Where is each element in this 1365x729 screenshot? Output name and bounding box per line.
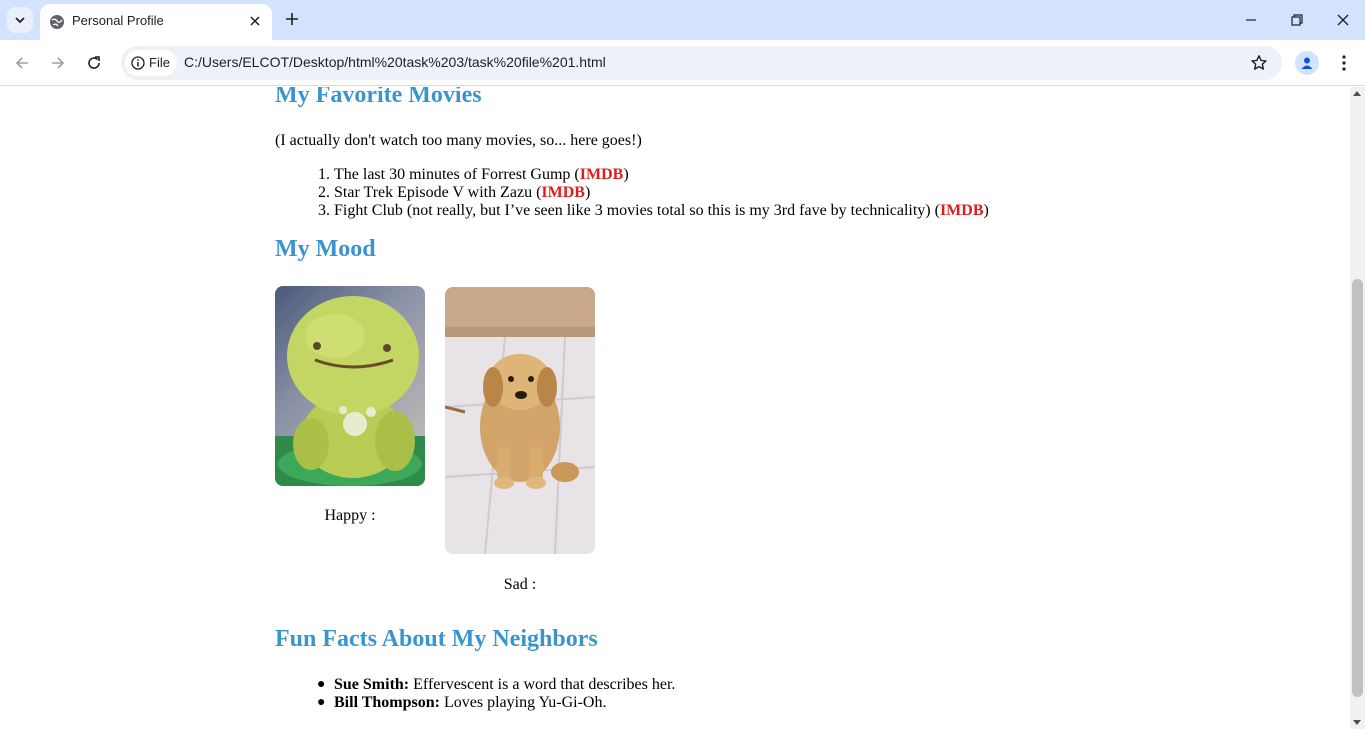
smiley-figure-illustration [275,296,425,486]
movie-title: Star Trek Episode V with Zazu ( [334,184,542,201]
scroll-down-arrow-icon[interactable] [1353,720,1361,725]
site-info-chip[interactable]: File [125,50,177,76]
person-icon [1301,57,1313,69]
movies-heading: My Favorite Movies [275,87,482,108]
list-marker: 1. [318,166,330,183]
more-vert-icon [1342,55,1346,71]
page-viewport: My Favorite Movies (I actually don't wat… [0,87,1350,729]
info-icon [131,56,145,70]
list-marker: 2. [318,184,330,201]
bullet: ● [317,677,326,692]
sad-caption: Sad : [503,576,537,593]
reload-button[interactable] [82,51,106,75]
active-tab[interactable]: Personal Profile [40,4,272,40]
movies-intro: (I actually don't watch too many movies,… [275,132,642,149]
globe-icon [50,15,64,29]
puppy-illustration [445,287,595,554]
tab-strip: Personal Profile [0,0,1365,40]
minimize-button[interactable] [1236,6,1266,34]
neighbors-heading: Fun Facts About My Neighbors [275,626,598,652]
list-item: 1. The last 30 minutes of Forrest Gump (I… [275,166,989,184]
movie-title: Fight Club (not really, but I’ve seen li… [334,202,940,219]
scroll-up-arrow-icon[interactable] [1353,91,1361,96]
arrow-right-icon [52,57,65,69]
tab-close-button[interactable] [246,12,264,30]
neighbor-name: Sue Smith: [334,676,410,693]
paren-close: ) [983,202,989,219]
list-item: ● Bill Thompson: Loves playing Yu-Gi-Oh. [275,694,675,712]
paren-close: ) [623,166,629,183]
neighbor-fact: Loves playing Yu-Gi-Oh. [439,694,607,711]
imdb-link[interactable]: IMDB [940,202,984,219]
arrow-left-icon [15,57,28,69]
plus-icon [286,13,298,25]
neighbor-fact: Effervescent is a word that describes he… [409,676,676,693]
restore-button[interactable] [1282,6,1312,34]
list-item: ● Sue Smith: Effervescent is a word that … [275,676,675,694]
tab-title: Personal Profile [72,13,164,28]
movies-list: 1. The last 30 minutes of Forrest Gump (I… [275,166,989,220]
address-bar[interactable]: File C:/Users/ELCOT/Desktop/html%20task%… [121,46,1282,80]
forward-button[interactable] [46,51,70,75]
bookmark-star-icon[interactable] [1250,54,1268,72]
url-text[interactable]: C:/Users/ELCOT/Desktop/html%20task%203/t… [184,54,606,70]
paren-close: ) [584,184,591,201]
close-icon [250,16,260,26]
mood-heading: My Mood [275,236,376,262]
minimize-icon [1246,19,1256,21]
movie-title: The last 30 minutes of Forrest Gump ( [334,166,580,183]
back-button[interactable] [10,51,34,75]
imdb-link[interactable]: IMDB [580,166,624,183]
list-item: 2. Star Trek Episode V with Zazu (IMDB) [275,184,989,202]
bullet: ● [317,695,326,710]
scrollbar-thumb[interactable] [1352,279,1363,697]
chevron-down-icon [15,17,25,24]
tab-search-button[interactable] [7,7,33,33]
list-item: 3. Fight Club (not really, but I’ve seen … [275,202,989,220]
close-icon [1337,14,1349,26]
reload-icon [88,56,100,69]
happy-caption: Happy : [324,507,376,524]
neighbors-list: ● Sue Smith: Effervescent is a word that … [275,676,675,712]
site-info-label: File [149,55,170,70]
browser-menu-button[interactable] [1334,51,1354,75]
neighbor-name: Bill Thompson: [334,694,440,711]
sad-image [445,287,595,554]
list-marker: 3. [318,202,330,219]
profile-button[interactable] [1295,51,1319,75]
browser-toolbar: File C:/Users/ELCOT/Desktop/html%20task%… [0,40,1365,86]
happy-image [275,286,425,486]
new-tab-button[interactable] [282,9,302,29]
vertical-scrollbar[interactable] [1350,87,1365,729]
imdb-link[interactable]: IMDB [541,184,585,201]
restore-icon [1291,14,1303,26]
close-window-button[interactable] [1328,6,1358,34]
